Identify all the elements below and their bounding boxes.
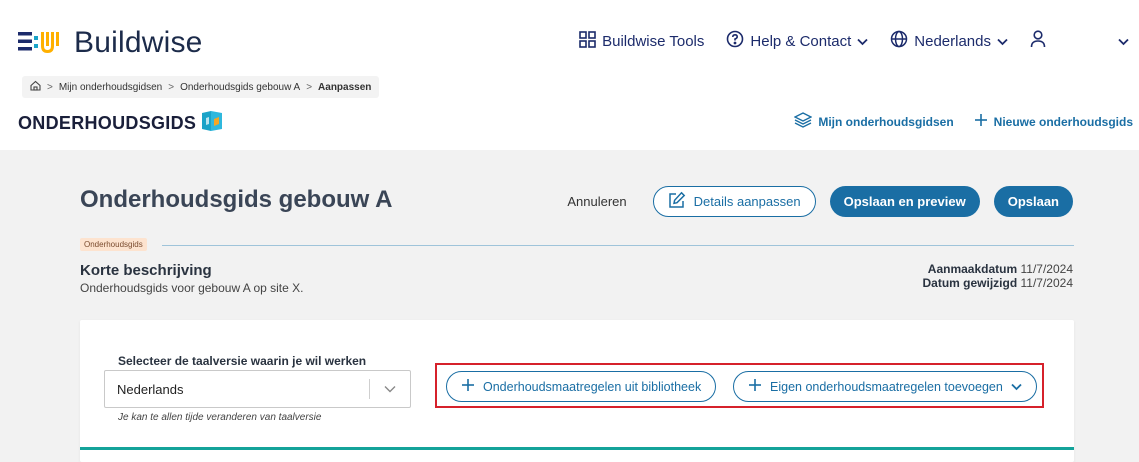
app-brand-title: ONDERHOUDSGIDS bbox=[18, 113, 197, 133]
grid-icon bbox=[579, 30, 596, 52]
nav-language[interactable]: Nederlands bbox=[890, 30, 1008, 52]
help-icon bbox=[726, 30, 744, 52]
cancel-button[interactable]: Annuleren bbox=[567, 194, 626, 209]
chevron-down-icon bbox=[997, 33, 1008, 50]
breadcrumb-separator: > bbox=[47, 81, 53, 93]
description-title: Korte beschrijving bbox=[80, 262, 212, 279]
home-icon[interactable] bbox=[30, 80, 41, 94]
add-own-measures-label: Eigen onderhoudsmaatregelen toevoegen bbox=[770, 379, 1003, 394]
plus-icon bbox=[974, 113, 988, 130]
edit-details-button[interactable]: Details aanpassen bbox=[652, 186, 816, 217]
language-select-value: Nederlands bbox=[117, 381, 184, 397]
description-text: Onderhoudsgids voor gebouw A op site X. bbox=[80, 281, 304, 295]
nav-buildwise-tools[interactable]: Buildwise Tools bbox=[579, 30, 705, 52]
logo-text: Buildwise bbox=[74, 26, 203, 59]
modified-date-value: 11/7/2024 bbox=[1020, 276, 1074, 290]
save-and-preview-button[interactable]: Opslaan en preview bbox=[829, 186, 980, 217]
language-select[interactable]: Nederlands bbox=[104, 370, 411, 408]
guide-links: Mijn onderhoudsgidsen Nieuwe onderhoudsg… bbox=[793, 112, 1133, 131]
breadcrumb-separator: > bbox=[306, 81, 313, 93]
user-name bbox=[1052, 33, 1112, 49]
my-guides-label: Mijn onderhoudsgidsen bbox=[818, 114, 954, 129]
category-tag: Onderhoudsgids bbox=[80, 238, 147, 251]
page-actions: Annuleren Details aanpassen Opslaan en p… bbox=[567, 186, 1073, 217]
edit-icon bbox=[668, 191, 686, 212]
nav-language-label: Nederlands bbox=[914, 32, 991, 50]
nav-tools-label: Buildwise Tools bbox=[602, 32, 705, 50]
new-guide-label: Nieuwe onderhoudsgids bbox=[993, 114, 1133, 129]
guide-book-icon bbox=[200, 110, 224, 137]
breadcrumb-separator: > bbox=[168, 81, 175, 93]
add-own-measures-button[interactable]: Eigen onderhoudsmaatregelen toevoegen bbox=[733, 371, 1037, 402]
buildwise-logo[interactable]: Buildwise bbox=[18, 26, 203, 60]
breadcrumb-item[interactable]: Mijn onderhoudsgidsen bbox=[59, 82, 162, 93]
created-date-value: 11/7/2024 bbox=[1020, 262, 1074, 276]
save-button[interactable]: Opslaan bbox=[993, 186, 1073, 217]
plus-icon bbox=[461, 378, 475, 395]
app-brand[interactable]: ONDERHOUDSGIDS bbox=[18, 110, 224, 137]
breadcrumb-item[interactable]: Onderhoudsgids gebouw A bbox=[180, 82, 300, 93]
my-guides-link[interactable]: Mijn onderhoudsgidsen bbox=[793, 112, 954, 131]
user-icon bbox=[1030, 30, 1046, 52]
breadcrumb-current: Aanpassen bbox=[318, 81, 372, 93]
language-hint: Je kan te allen tijde veranderen van taa… bbox=[118, 412, 322, 423]
add-from-library-label: Onderhoudsmaatregelen uit bibliotheek bbox=[483, 379, 702, 394]
created-date-label: Aanmaakdatum bbox=[927, 262, 1018, 276]
buildwise-logo-icon bbox=[18, 28, 64, 58]
add-from-library-button[interactable]: Onderhoudsmaatregelen uit bibliotheek bbox=[446, 371, 717, 402]
modified-date-row: Datum gewijzigd 11/7/2024 bbox=[922, 276, 1073, 290]
layers-icon bbox=[793, 112, 813, 131]
guide-dates: Aanmaakdatum 11/7/2024 Datum gewijzigd 1… bbox=[922, 262, 1073, 290]
chevron-down-icon bbox=[857, 33, 868, 50]
language-select-label: Selecteer de taalversie waarin je wil we… bbox=[118, 354, 367, 368]
created-date-row: Aanmaakdatum 11/7/2024 bbox=[922, 262, 1073, 276]
plus-icon bbox=[748, 378, 762, 395]
nav-help-label: Help & Contact bbox=[750, 32, 852, 50]
chevron-down-icon bbox=[1011, 380, 1022, 394]
top-navigation: Buildwise Tools Help & Contact Nederland… bbox=[579, 30, 1129, 52]
page-title: Onderhoudsgids gebouw A bbox=[80, 186, 393, 213]
globe-icon bbox=[890, 30, 908, 52]
top-header: Buildwise Buildwise Tools Help & Contact bbox=[0, 0, 1139, 150]
nav-help-contact[interactable]: Help & Contact bbox=[726, 30, 868, 52]
card-accent-line bbox=[80, 447, 1074, 450]
edit-details-label: Details aanpassen bbox=[693, 194, 801, 209]
breadcrumb: > Mijn onderhoudsgidsen > Onderhoudsgids… bbox=[22, 76, 380, 98]
modified-date-label: Datum gewijzigd bbox=[922, 276, 1018, 290]
divider bbox=[162, 245, 1074, 246]
new-guide-link[interactable]: Nieuwe onderhoudsgids bbox=[974, 113, 1133, 130]
user-menu[interactable] bbox=[1030, 30, 1129, 52]
chevron-down-icon bbox=[1118, 33, 1129, 50]
chevron-down-icon bbox=[370, 385, 410, 393]
category-tag-line: Onderhoudsgids bbox=[80, 238, 1074, 252]
